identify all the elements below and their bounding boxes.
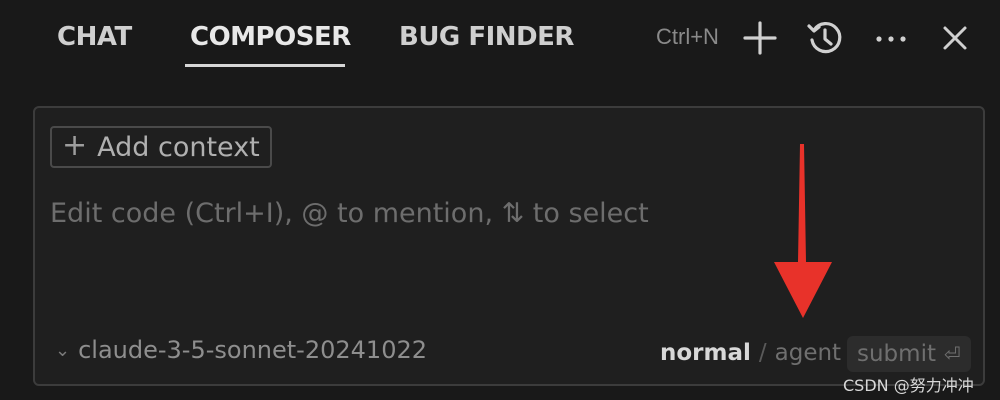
active-tab-indicator (185, 64, 345, 67)
mode-agent[interactable]: agent (775, 340, 841, 366)
tab-chat[interactable]: CHAT (57, 22, 132, 52)
chevron-down-icon: ⌄ (55, 339, 71, 361)
add-icon: + (62, 128, 88, 163)
enter-icon: ⏎ (943, 342, 961, 366)
tab-composer[interactable]: COMPOSER (190, 22, 351, 52)
model-name: claude-3-5-sonnet-20241022 (78, 336, 427, 364)
plus-icon[interactable] (740, 18, 780, 58)
close-icon[interactable] (936, 18, 976, 58)
watermark: CSDN @努力冲冲 (843, 376, 974, 395)
add-context-label: Add context (97, 131, 260, 163)
history-icon[interactable] (805, 18, 845, 58)
submit-button[interactable]: submit ⏎ (847, 336, 971, 372)
composer-panel: CHAT COMPOSER BUG FINDER Ctrl+N + Add co… (0, 0, 1000, 400)
new-shortcut-hint: Ctrl+N (656, 24, 719, 49)
tab-bug-finder[interactable]: BUG FINDER (399, 22, 574, 52)
annotation-arrow-icon (774, 144, 832, 318)
more-icon[interactable] (872, 18, 912, 58)
submit-label: submit (857, 341, 936, 367)
composer-box: + Add context ⌄ claude-3-5-sonnet-202410… (33, 106, 985, 386)
mode-toggle: normal / agent (660, 340, 841, 366)
mode-normal[interactable]: normal (660, 340, 751, 366)
mode-separator: / (758, 340, 767, 366)
add-context-button[interactable]: + Add context (50, 126, 272, 168)
model-selector[interactable]: ⌄ claude-3-5-sonnet-20241022 (55, 336, 427, 364)
tab-bar: CHAT COMPOSER BUG FINDER Ctrl+N (0, 0, 1000, 80)
